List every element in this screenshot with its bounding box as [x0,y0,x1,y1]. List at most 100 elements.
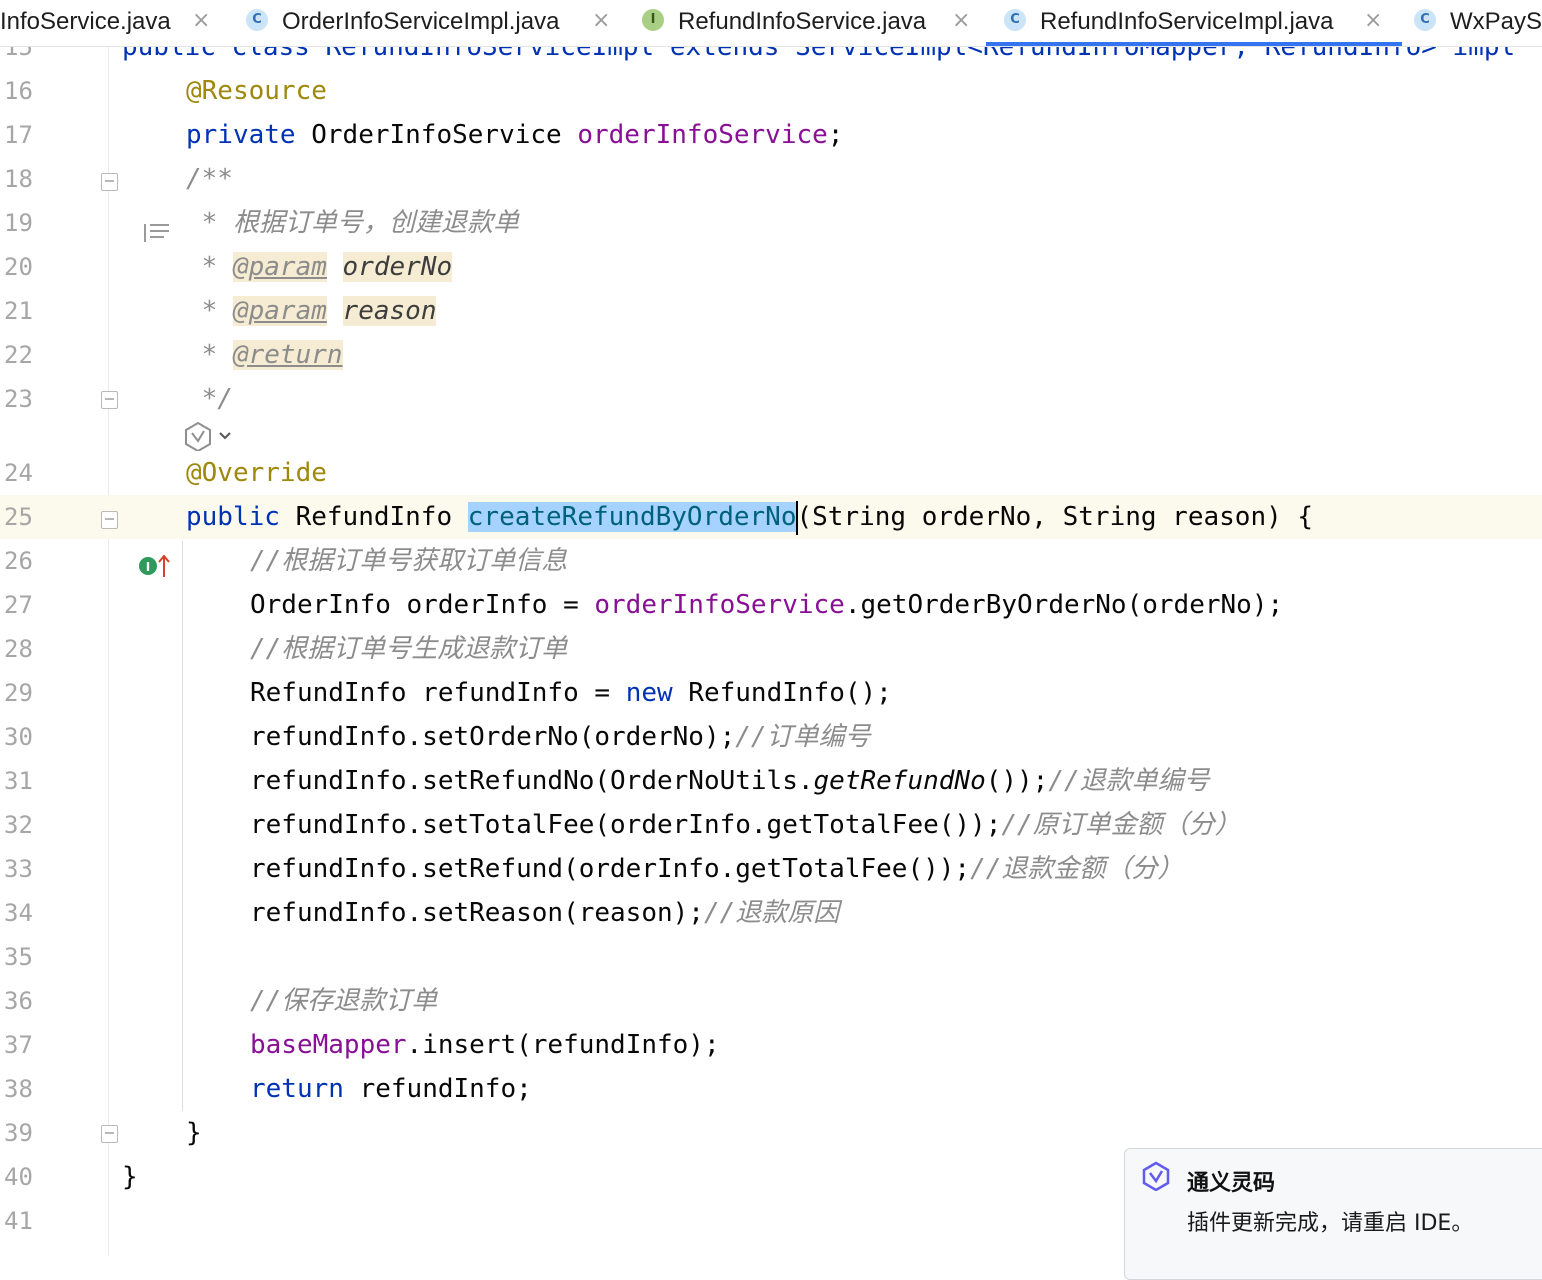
tab-orderinfoserviceimpl[interactable]: C OrderInfoServiceImpl.java × [238,0,624,46]
tab-refundinfoserviceimpl[interactable]: C RefundInfoServiceImpl.java × [986,0,1402,46]
code-line-18[interactable]: 18 /** [0,157,1542,242]
code-line-27[interactable]: 27 OrderInfo orderInfo = orderInfoServic… [0,583,1542,627]
class-icon: C [1004,9,1026,31]
code-line-23[interactable]: 23 */ [0,377,1542,421]
line-comment: //原订单金额（分） [1001,810,1241,840]
code-line-16[interactable]: 16 @Resource [0,69,1542,113]
doc-comment: */ [186,384,233,414]
class-icon: C [246,9,268,31]
code-text: .insert(refundInfo); [406,1030,720,1060]
fold-toggle-icon[interactable] [101,391,118,409]
code-line-32[interactable]: 32 refundInfo.setTotalFee(orderInfo.getT… [0,803,1542,847]
code-line-36[interactable]: 36 //保存退款订单 [0,979,1542,1023]
implements-method-icon[interactable]: I [44,505,170,577]
close-icon[interactable]: × [592,8,610,33]
code-line-26[interactable]: 26 //根据订单号获取订单信息 [0,539,1542,583]
type-name: RefundInfo [279,502,468,532]
code-line-29[interactable]: 29 RefundInfo refundInfo = new RefundInf… [0,671,1542,715]
closing-brace: } [186,1118,202,1148]
line-number: 22 [4,341,33,369]
annotation: @Resource [186,76,327,106]
line-number: 37 [4,1031,33,1059]
code-line-38[interactable]: 38 return refundInfo; [0,1067,1542,1111]
code-line-33[interactable]: 33 refundInfo.setRefund(orderInfo.getTot… [0,847,1542,891]
fold-toggle-icon[interactable] [101,1125,118,1143]
interface-icon: I [642,9,664,31]
line-comment: //保存退款订单 [250,986,438,1016]
tab-label: WxPayS [1450,8,1542,35]
keyword: return [250,1074,344,1104]
line-number: 24 [4,459,33,487]
code-text: ()); [985,766,1049,796]
line-number: 38 [4,1075,33,1103]
code-line-17[interactable]: 17 private OrderInfoService orderInfoSer… [0,113,1542,157]
code-line-37[interactable]: 37 baseMapper.insert(refundInfo); [0,1023,1542,1067]
close-icon[interactable]: × [952,8,970,33]
code-editor[interactable]: 15 public class RefundInfoServiceImpl ex… [0,47,1542,1256]
javadoc-tag: @return [232,340,343,370]
selected-method-name[interactable]: createRefundByOrderNo [467,502,797,532]
line-comment: //订单编号 [735,722,871,752]
code-text: refundInfo.setOrderNo(orderNo); [250,722,736,752]
doc-comment-star: * [186,296,233,326]
line-number: 32 [4,811,33,839]
line-number: 34 [4,899,33,927]
doc-comment-star: * [186,340,233,370]
code-line-15[interactable]: 15 public class RefundInfoServiceImpl ex… [0,47,1542,69]
javadoc-param-name: orderNo [342,252,453,282]
ai-code-lens-icon[interactable] [184,421,234,453]
javadoc-tag: @param [232,252,327,282]
field-name: baseMapper [250,1030,407,1060]
line-comment: //退款原因 [703,898,840,928]
code-text: refundInfo.setRefundNo(OrderNoUtils. [250,766,814,796]
keyword: private [186,120,296,150]
code-line-31[interactable]: 31 refundInfo.setRefundNo(OrderNoUtils.g… [0,759,1542,803]
code-line-25[interactable]: 25 I public RefundInfo createRefundByOrd… [0,495,1542,577]
tab-refundinfoservice[interactable]: I RefundInfoService.java × [634,0,984,46]
code-line-20[interactable]: 20 * @param orderNo [0,245,1542,289]
type-name: OrderInfoService [295,120,578,150]
keyword: new [625,678,673,708]
code-line-34[interactable]: 34 refundInfo.setReason(reason);//退款原因 [0,891,1542,935]
tab-infoservice[interactable]: InfoService.java × [0,0,226,46]
plugin-update-notification[interactable]: 通义灵码 插件更新完成，请重启 IDE。 [1124,1148,1542,1280]
fold-toggle-icon[interactable] [101,173,118,191]
code-line-35[interactable]: 35 [0,935,1542,979]
rendered-doc-toggle-icon[interactable] [50,169,169,242]
notification-message: 插件更新完成，请重启 IDE。 [1187,1211,1474,1236]
line-number: 35 [4,943,33,971]
line-number: 27 [4,591,33,619]
tab-wxpayservice[interactable]: C WxPayS [1404,0,1542,46]
line-number: 33 [4,855,33,883]
code-line-21[interactable]: 21 * @param reason [0,289,1542,333]
code-text: refundInfo.setTotalFee(orderInfo.getTota… [250,810,1002,840]
code-line-19[interactable]: 19 * 根据订单号，创建退款单 [0,201,1542,245]
field-name: orderInfoService [594,590,845,620]
line-number: 23 [4,385,33,413]
class-declaration: public class RefundInfoServiceImpl exten… [122,47,1515,69]
editor-tab-bar: InfoService.java × C OrderInfoServiceImp… [0,0,1542,47]
line-number: 29 [4,679,33,707]
fold-toggle-icon[interactable] [101,511,118,529]
line-number: 16 [4,77,33,105]
close-icon[interactable]: × [1364,8,1382,33]
line-comment: //根据订单号获取订单信息 [250,546,568,576]
line-number: 20 [4,253,33,281]
line-number: 25 [4,503,33,531]
doc-comment-text: 根据订单号，创建退款单 [232,208,519,238]
tab-label: RefundInfoServiceImpl.java [1040,8,1334,35]
notification-title: 通义灵码 [1187,1171,1276,1196]
code-text: .getOrderByOrderNo(orderNo); [844,590,1284,620]
doc-comment: /** [186,164,233,194]
active-tab-indicator [986,42,1402,46]
line-number: 30 [4,723,33,751]
code-text: OrderInfo orderInfo = [250,590,595,620]
code-line-28[interactable]: 28 //根据订单号生成退款订单 [0,627,1542,671]
code-text: refundInfo.setReason(reason); [250,898,704,928]
code-line-24[interactable]: 24 @Override [0,451,1542,495]
punctuation: ; [827,120,844,150]
code-line-22[interactable]: 22 * @return [0,333,1542,377]
code-line-30[interactable]: 30 refundInfo.setOrderNo(orderNo);//订单编号 [0,715,1542,759]
line-number: 39 [4,1119,33,1147]
close-icon[interactable]: × [192,8,210,33]
